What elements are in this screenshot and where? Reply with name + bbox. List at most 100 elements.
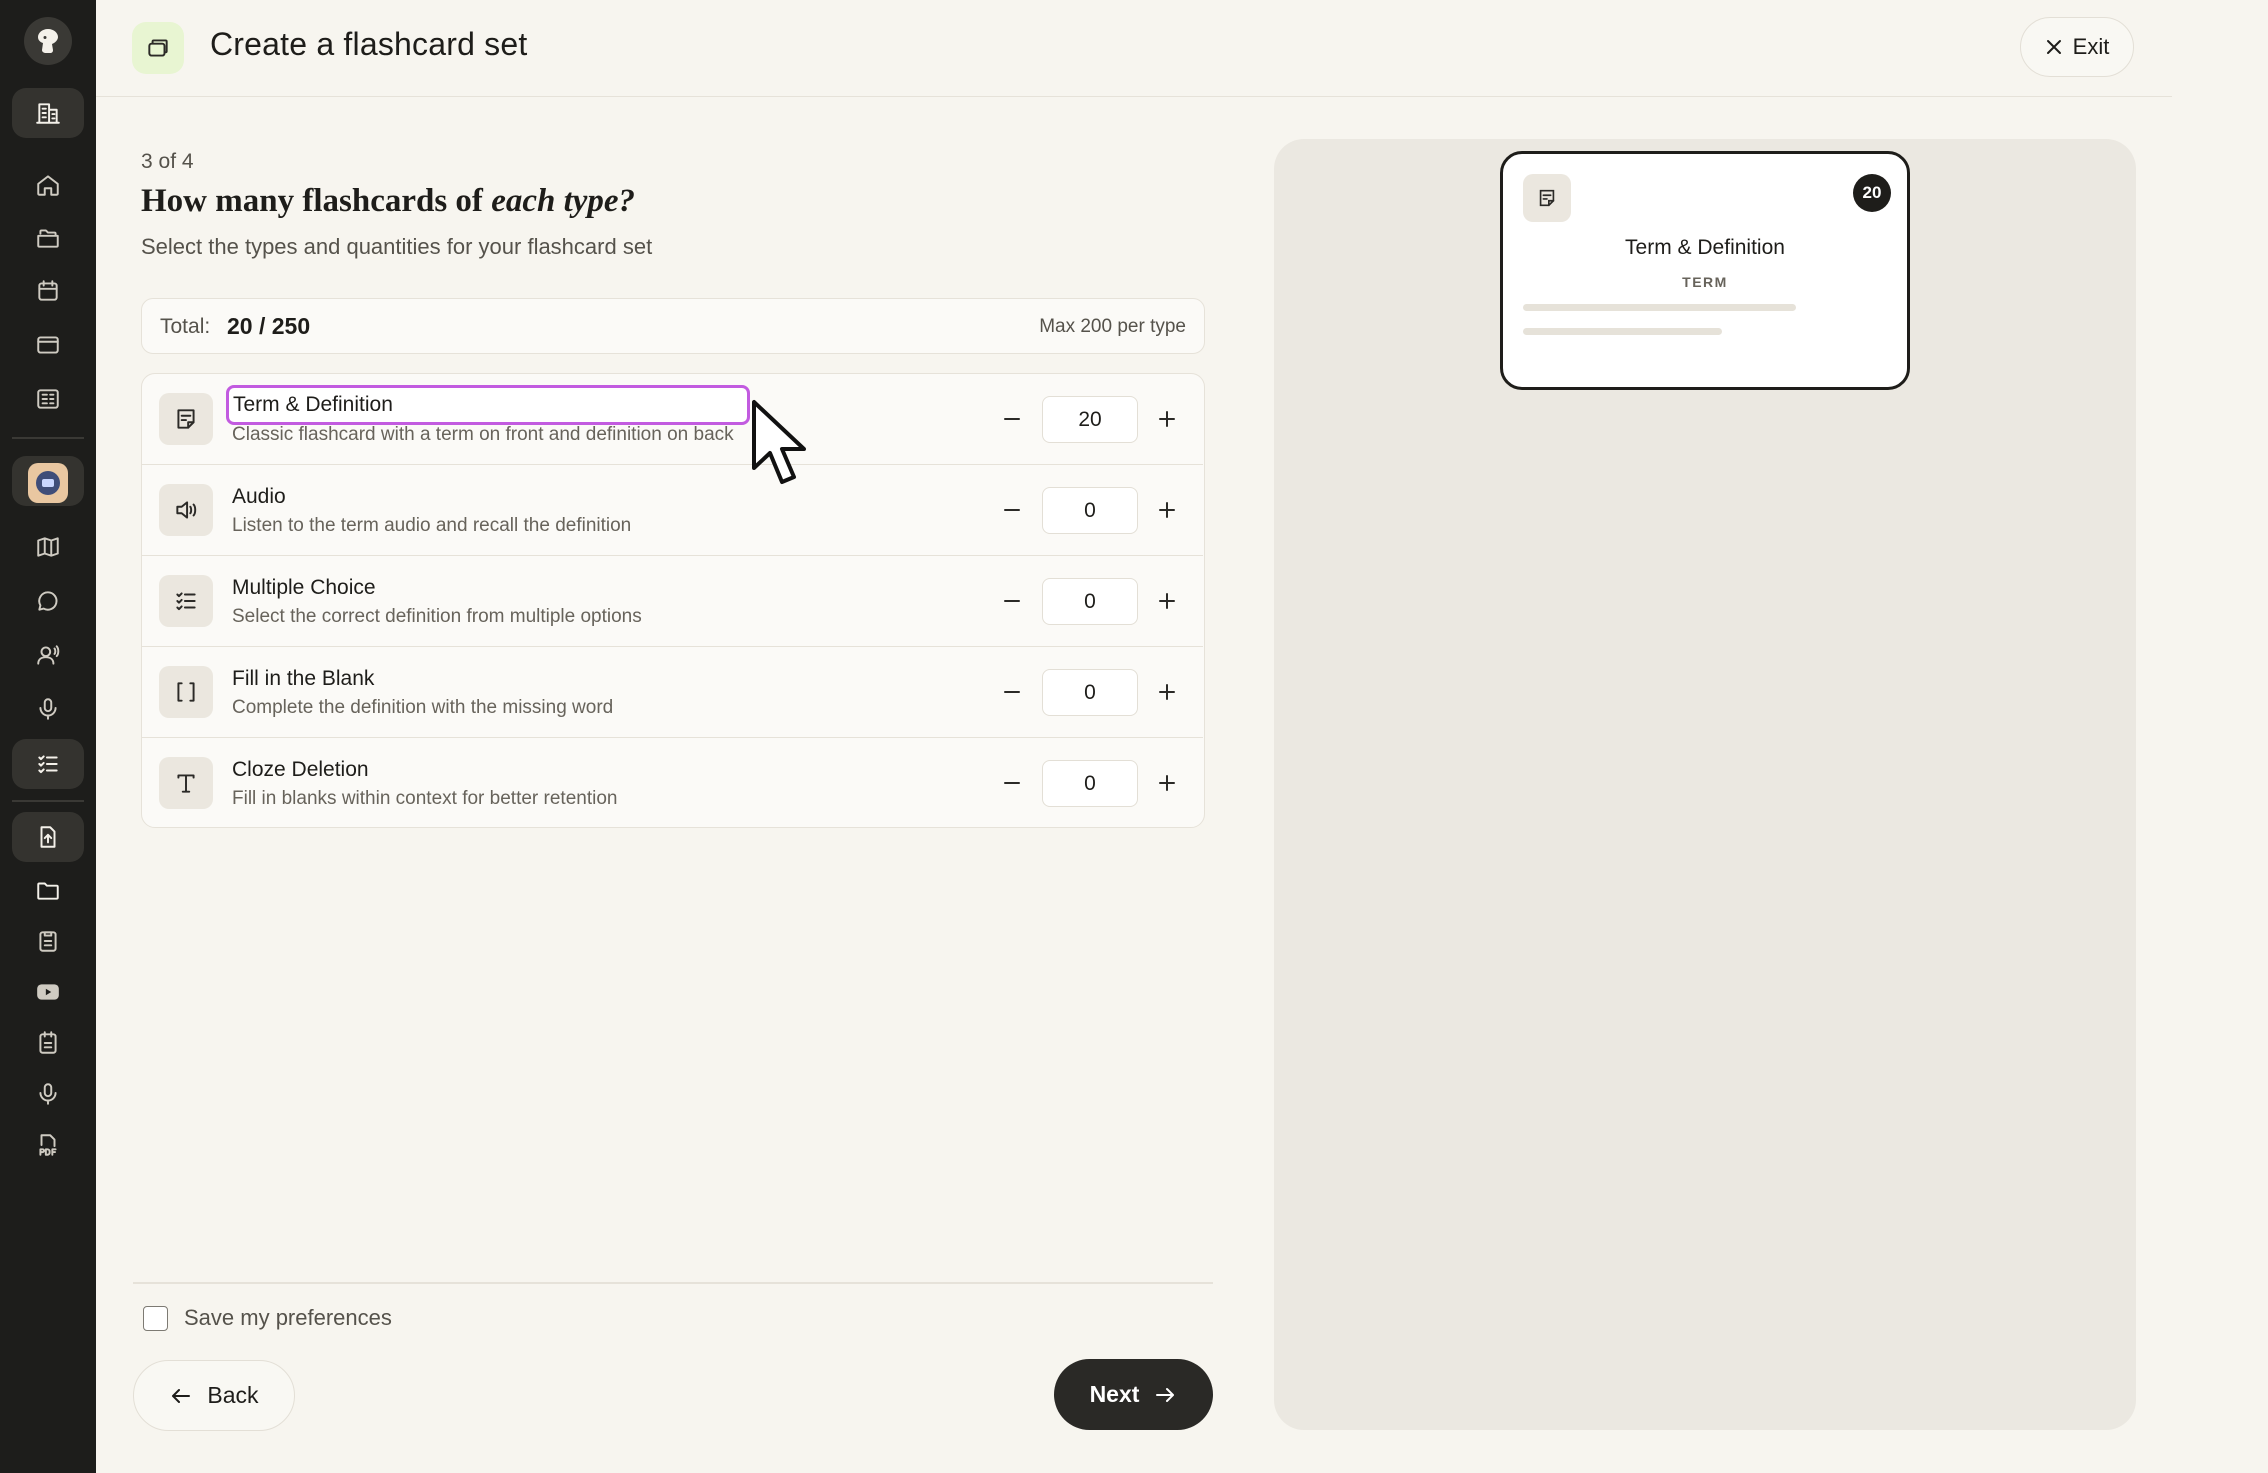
plus-icon [1159,502,1175,518]
minus-icon [1004,600,1020,602]
sidebar-item-home[interactable] [12,160,84,210]
minus-icon [1004,418,1020,420]
sidebar-item-folder[interactable] [12,865,84,915]
type-description: Classic flashcard with a term on front a… [232,424,734,445]
card-count-badge: 20 [1853,174,1891,212]
save-preferences[interactable]: Save my preferences [143,1305,392,1331]
close-icon [2046,40,2061,54]
mouse-cursor-icon [752,400,806,484]
quantity-input[interactable]: 0 [1042,487,1138,534]
decrement-button[interactable] [995,584,1029,618]
sidebar-item-chat[interactable] [12,576,84,626]
total-label: Total: [160,315,211,338]
sidebar-item-folders[interactable] [12,213,84,263]
microphone-icon [39,1083,57,1105]
question-emphasis: each type? [491,183,636,219]
type-name: Fill in the Blank [232,667,375,690]
logo-icon[interactable] [24,17,72,65]
flashcard-set-icon [132,22,184,74]
increment-button[interactable] [1150,402,1184,436]
quantity-input[interactable]: 0 [1042,578,1138,625]
next-button[interactable]: Next [1054,1359,1213,1430]
preview-panel: 20 Term & Definition TERM [1274,139,2136,1430]
type-row-multiple-choice: Multiple Choice Select the correct defin… [142,556,1203,647]
type-name: Audio [232,485,286,508]
next-label: Next [1089,1381,1140,1407]
type-description: Complete the definition with the missing… [232,697,614,718]
sidebar-item-pdf[interactable] [12,1120,84,1170]
card-subtitle: TERM [1682,274,1728,290]
quantity-input[interactable]: 0 [1042,669,1138,716]
sidebar-item-flashcards[interactable] [12,739,84,789]
sidebar-item-window[interactable] [12,320,84,370]
placeholder-line [1523,304,1796,311]
folder-icon [37,882,59,900]
increment-button[interactable] [1150,493,1184,527]
note-icon [159,393,213,445]
step-indicator: 3 of 4 [141,150,194,173]
library-icon [37,389,59,409]
sidebar-item-library[interactable] [12,374,84,424]
type-name: Multiple Choice [232,576,376,599]
folders-icon [37,229,59,248]
decrement-button[interactable] [995,766,1029,800]
flashcard-preview-card: 20 Term & Definition TERM [1500,151,1910,390]
sidebar-item-recorder[interactable] [12,1069,84,1119]
home-icon [37,175,59,196]
minus-icon [1004,509,1020,511]
quantity-input[interactable]: 20 [1042,396,1138,443]
question-text: How many flashcards of [141,183,492,219]
text-icon [159,757,213,809]
youtube-icon [37,984,59,1000]
card-title: Term & Definition [1625,236,1785,259]
type-row-cloze-deletion: Cloze Deletion Fill in blanks within con… [142,738,1203,829]
arrow-left-icon [172,1388,191,1403]
minus-icon [1004,691,1020,693]
plus-icon [1159,775,1175,791]
save-preferences-label: Save my preferences [184,1305,392,1330]
map-icon [37,537,59,557]
total-summary: Total: 20 / 250 Max 200 per type [141,298,1205,354]
sidebar-item-notes[interactable] [12,1018,84,1068]
sidebar-item-organization[interactable] [12,88,84,138]
page-header: Create a flashcard set Exit [96,0,2172,97]
speaker-icon [159,484,213,536]
sidebar-item-clipboard[interactable] [12,916,84,966]
sidebar-item-map[interactable] [12,522,84,572]
decrement-button[interactable] [995,493,1029,527]
upload-file-icon [40,826,56,848]
step-question: How many flashcards of each type? [141,183,635,220]
increment-button[interactable] [1150,584,1184,618]
back-label: Back [207,1382,259,1408]
quantity-input[interactable]: 0 [1042,760,1138,807]
increment-button[interactable] [1150,766,1184,800]
sidebar-item-calendar[interactable] [12,266,84,316]
decrement-button[interactable] [995,675,1029,709]
app-icon[interactable] [28,463,68,503]
sidebar-item-microphone[interactable] [12,684,84,734]
sidebar-item-youtube[interactable] [12,967,84,1017]
note-icon [1523,174,1571,222]
checklist-icon [159,575,213,627]
type-name-field[interactable]: Term & Definition [226,385,750,425]
window-icon [37,336,59,354]
minus-icon [1004,782,1020,784]
back-button[interactable]: Back [133,1360,295,1431]
notes-icon [39,1031,57,1054]
sidebar-divider [12,437,84,439]
microphone-icon [39,698,57,720]
type-row-audio: Audio Listen to the term audio and recal… [142,465,1203,556]
decrement-button[interactable] [995,402,1029,436]
page-title: Create a flashcard set [210,26,528,62]
exit-button[interactable]: Exit [2020,17,2134,77]
increment-button[interactable] [1150,675,1184,709]
save-preferences-checkbox[interactable] [143,1305,168,1331]
max-per-type-note: Max 200 per type [1039,316,1186,337]
sidebar-item-voice-agent[interactable] [12,630,84,680]
building-icon [36,103,60,124]
brackets-icon [159,666,213,718]
step-subtitle: Select the types and quantities for your… [141,234,653,259]
chat-icon [38,591,58,611]
sidebar-item-upload-file[interactable] [12,812,84,862]
calendar-icon [38,280,58,301]
